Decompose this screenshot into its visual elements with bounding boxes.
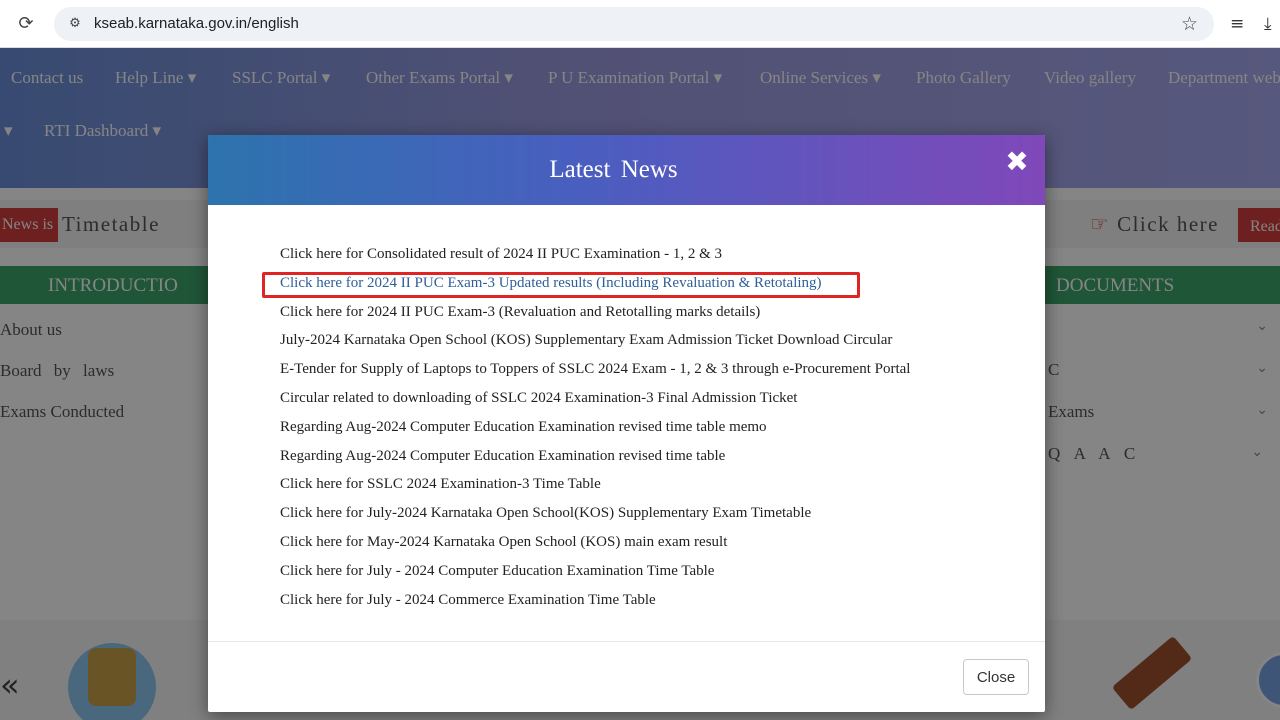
news-item-kos-admission-ticket[interactable]: July-2024 Karnataka Open School (KOS) Su…: [280, 329, 1010, 358]
news-item-kos-supplementary-timetable[interactable]: Click here for July-2024 Karnataka Open …: [280, 502, 1010, 531]
news-list: Click here for Consolidated result of 20…: [280, 243, 1010, 617]
close-button[interactable]: Close: [963, 659, 1029, 695]
site-info-icon[interactable]: ⚙: [66, 15, 84, 33]
star-icon[interactable]: ☆: [1181, 13, 1198, 35]
modal-footer-divider: [208, 641, 1045, 642]
news-item-sslc-admission-ticket[interactable]: Circular related to downloading of SSLC …: [280, 387, 1010, 416]
news-item-consolidated-result[interactable]: Click here for Consolidated result of 20…: [280, 243, 1010, 272]
news-item-kos-main-result[interactable]: Click here for May-2024 Karnataka Open S…: [280, 531, 1010, 560]
news-item-revaluation-marks[interactable]: Click here for 2024 II PUC Exam-3 (Reval…: [280, 301, 1010, 330]
news-item-computer-edu-memo[interactable]: Regarding Aug-2024 Computer Education Ex…: [280, 416, 1010, 445]
modal-title: Latest News: [549, 156, 678, 183]
news-item-july-commerce[interactable]: Click here for July - 2024 Commerce Exam…: [280, 589, 1010, 618]
news-item-sslc-exam3-timetable[interactable]: Click here for SSLC 2024 Examination-3 T…: [280, 473, 1010, 502]
news-item-july-computer-edu[interactable]: Click here for July - 2024 Computer Educ…: [280, 560, 1010, 589]
address-bar[interactable]: ⚙ kseab.karnataka.gov.in/english ☆: [54, 7, 1214, 41]
download-icon[interactable]: ⤓: [1264, 12, 1272, 36]
latest-news-modal: Latest News ✖ Click here for Consolidate…: [208, 135, 1045, 712]
reload-icon[interactable]: ⟳: [14, 12, 38, 36]
reading-list-icon[interactable]: ≡: [1230, 12, 1244, 36]
close-icon[interactable]: ✖: [1004, 148, 1030, 176]
news-item-computer-edu-timetable[interactable]: Regarding Aug-2024 Computer Education Ex…: [280, 445, 1010, 474]
highlight-annotation-box: [262, 272, 860, 298]
news-item-e-tender-laptops[interactable]: E-Tender for Supply of Laptops to Topper…: [280, 358, 1010, 387]
modal-header: Latest News ✖: [208, 135, 1045, 205]
url-text[interactable]: kseab.karnataka.gov.in/english: [94, 15, 299, 33]
browser-toolbar: ⟳ ⚙ kseab.karnataka.gov.in/english ☆ ≡ ⤓: [0, 0, 1280, 48]
